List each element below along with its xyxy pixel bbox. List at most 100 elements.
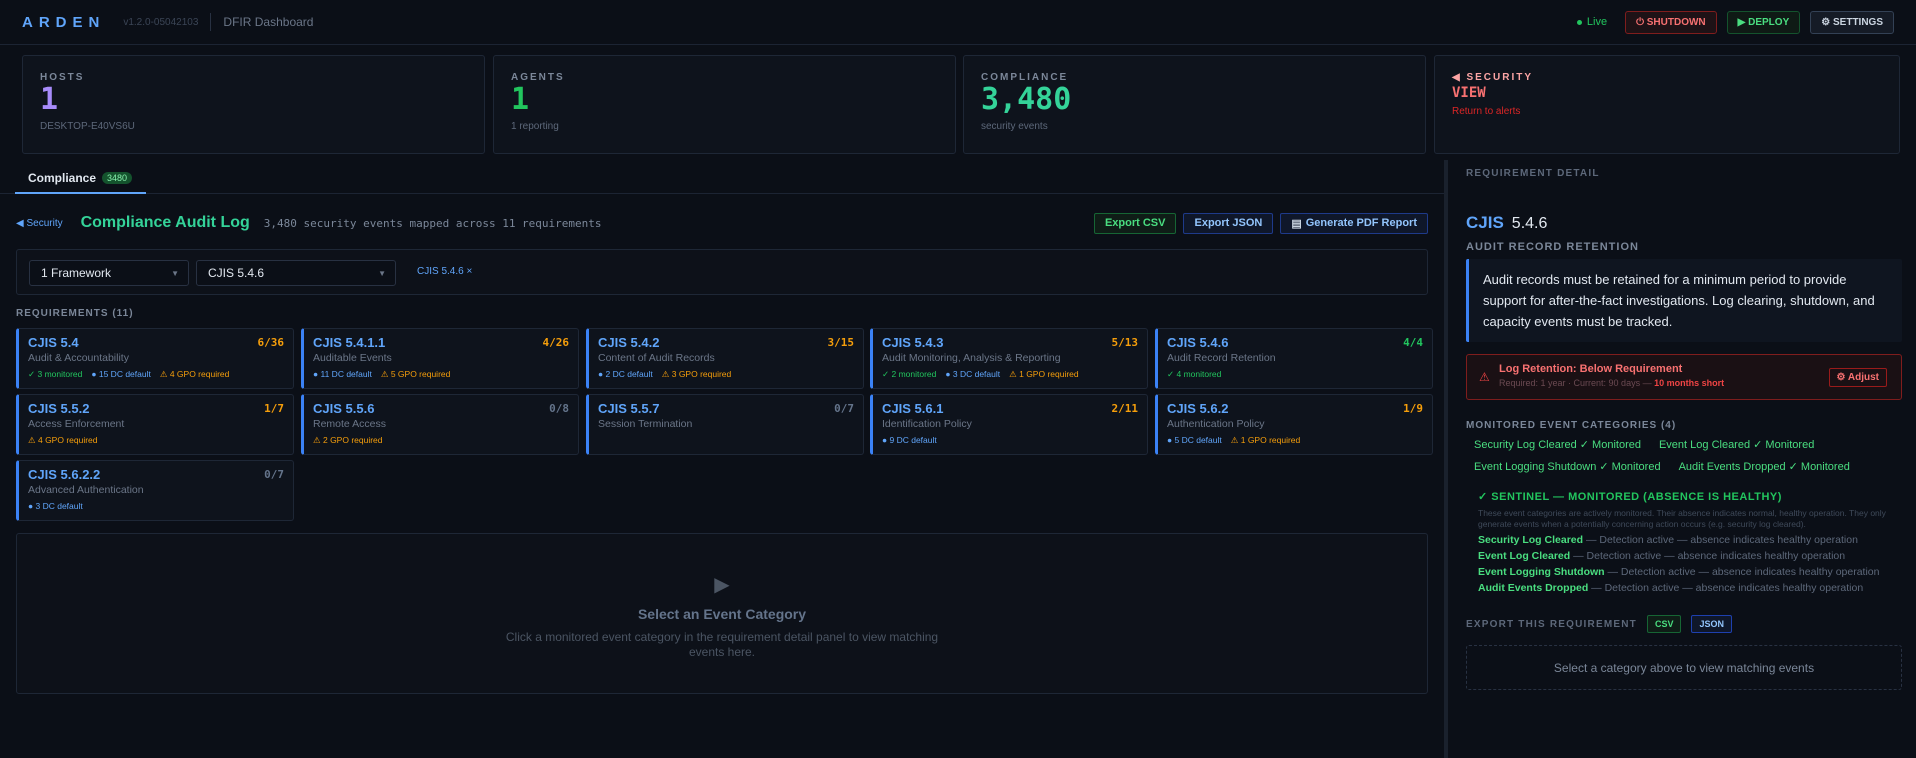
panel-resizer[interactable] (1444, 160, 1448, 758)
hosts-label: HOSTS (40, 72, 85, 83)
requirement-card[interactable]: CJIS 5.4.3 5/13 Audit Monitoring, Analysi… (870, 328, 1148, 389)
event-category-link[interactable]: Event Log Cleared ✓ Monitored (1659, 437, 1814, 454)
security-return-link[interactable]: Return to alerts (1452, 106, 1882, 117)
framework-value: 1 Framework (41, 266, 112, 280)
monitored-tag: ✓ 3 monitored (28, 369, 83, 379)
hosts-card: HOSTS 1 DESKTOP-E40VS6U (22, 55, 485, 154)
requirement-card[interactable]: CJIS 5.5.7 0/7 Session Termination (586, 394, 864, 455)
framework-select[interactable]: 1 Framework ▼ (29, 260, 189, 286)
generate-pdf-label: Generate PDF Report (1305, 217, 1417, 229)
sentinel-title: ✓ SENTINEL — MONITORED (ABSENCE IS HEALT… (1478, 491, 1782, 503)
live-indicator: Live (1576, 16, 1607, 28)
sentinel-description: These event categories are actively moni… (1478, 508, 1886, 529)
requirement-id: CJIS 5.6.1 (882, 401, 944, 416)
requirement-count: 4/4 (1403, 336, 1423, 349)
requirement-card[interactable]: CJIS 5.5.6 0/8 Remote Access ⚠ 2 GPO requ… (301, 394, 579, 455)
requirement-id: CJIS 5.4.3 (882, 335, 944, 350)
requirement-name: Advanced Authentication (28, 484, 144, 496)
shutdown-button[interactable]: ⏻ SHUTDOWN (1625, 10, 1717, 34)
requirement-name: Authentication Policy (1167, 418, 1265, 430)
monitored-tag: ✓ 4 monitored (1167, 369, 1222, 379)
detail-description: Audit records must be retained for a min… (1466, 259, 1902, 342)
export-csv-button[interactable]: Export CSV (1093, 212, 1177, 234)
event-category-link[interactable]: Audit Events Dropped ✓ Monitored (1679, 459, 1850, 476)
requirement-card[interactable]: CJIS 5.4.6 4/4 Audit Record Retention ✓ 4… (1155, 328, 1433, 389)
requirement-name: Identification Policy (882, 418, 972, 430)
requirement-count: 1/7 (264, 402, 284, 415)
detail-heading: REQUIREMENT DETAIL (1466, 168, 1600, 179)
dc-default-tag: ● 15 DC default (91, 369, 151, 379)
empty-title: Select an Event Category (637, 606, 807, 622)
adjust-button[interactable]: ⚙ Adjust (1828, 368, 1887, 387)
requirement-name: Session Termination (598, 418, 693, 430)
export-requirement-row: EXPORT THIS REQUIREMENT CSV JSON (1466, 615, 1902, 633)
export-csv-small-button[interactable]: CSV (1646, 615, 1682, 633)
sentinel-item: Audit Events Dropped — Detection active … (1478, 582, 1902, 594)
select-category-hint: Select a category above to view matching… (1466, 645, 1902, 690)
event-category-link[interactable]: Security Log Cleared ✓ Monitored (1474, 437, 1641, 454)
gpo-required-tag: ⚠ 4 GPO required (159, 369, 230, 379)
gpo-required-tag: ⚠ 3 GPO required (661, 369, 732, 379)
retention-warning: ⚠ Log Retention: Below Requirement Requi… (1466, 354, 1902, 400)
requirement-name: Remote Access (313, 418, 386, 430)
security-view-label: VIEW (1452, 85, 1486, 101)
requirement-id: CJIS 5.4.1.1 (313, 335, 386, 350)
requirement-name: Audit Record Retention (1167, 352, 1276, 364)
sentinel-item-name[interactable]: Event Logging Shutdown (1478, 566, 1605, 578)
requirement-count: 3/15 (827, 336, 855, 349)
back-to-security-link[interactable]: ◀ Security (16, 218, 63, 229)
agents-label: AGENTS (511, 72, 565, 83)
export-label: EXPORT THIS REQUIREMENT (1466, 618, 1637, 630)
requirement-id: CJIS 5.5.2 (28, 401, 90, 416)
requirement-card[interactable]: CJIS 5.6.1 2/11 Identification Policy ● 9… (870, 394, 1148, 455)
requirement-card[interactable]: CJIS 5.4.1.1 4/26 Auditable Events ● 11 D… (301, 328, 579, 389)
tab-compliance[interactable]: Compliance 3480 (15, 163, 146, 194)
agents-value: 1 (511, 82, 530, 117)
requirement-card[interactable]: CJIS 5.5.2 1/7 Access Enforcement ⚠ 4 GPO… (16, 394, 294, 455)
sentinel-item-name[interactable]: Event Log Cleared (1478, 550, 1570, 562)
tab-label: Compliance (28, 170, 97, 185)
dc-default-tag: ● 5 DC default (1167, 435, 1222, 445)
settings-button[interactable]: ⚙ SETTINGS (1810, 10, 1894, 34)
gpo-required-tag: ⚠ 1 GPO required (1230, 435, 1301, 445)
section-subtitle: 3,480 security events mapped across 11 r… (263, 216, 602, 230)
requirement-select[interactable]: CJIS 5.4.6 ▼ (196, 260, 396, 286)
requirement-card[interactable]: CJIS 5.6.2 1/9 Authentication Policy ● 5 … (1155, 394, 1433, 455)
tab-bar: Compliance 3480 (0, 163, 1445, 194)
requirement-card[interactable]: CJIS 5.4.2 3/15 Content of Audit Records … (586, 328, 864, 389)
requirement-card[interactable]: CJIS 5.4 6/36 Audit & Accountability ✓ 3 … (16, 328, 294, 389)
sentinel-item-name[interactable]: Security Log Cleared (1478, 534, 1583, 546)
warning-shortfall: 10 months short (1654, 378, 1725, 388)
dc-default-tag: ● 9 DC default (882, 435, 937, 445)
requirement-name: Content of Audit Records (598, 352, 715, 364)
compliance-value: 3,480 (981, 82, 1072, 117)
event-category-link[interactable]: Event Logging Shutdown ✓ Monitored (1474, 459, 1661, 476)
categories-list: Security Log Cleared ✓ Monitored Event Lo… (1466, 437, 1896, 476)
export-json-button[interactable]: Export JSON (1183, 212, 1274, 234)
hosts-value: 1 (40, 82, 59, 117)
active-filter-chip[interactable]: CJIS 5.4.6 × (417, 266, 472, 277)
chevron-down-icon: ▼ (171, 268, 179, 278)
detail-name: AUDIT RECORD RETENTION (1466, 241, 1639, 253)
sentinel-item-text: — Detection active — absence indicates h… (1583, 534, 1858, 546)
tab-count-badge: 3480 (102, 171, 133, 184)
gpo-required-tag: ⚠ 2 GPO required (313, 435, 383, 445)
generate-pdf-button[interactable]: ▤ Generate PDF Report (1280, 212, 1428, 234)
sentinel-item-name[interactable]: Audit Events Dropped (1478, 582, 1588, 594)
section-header: ◀ Security Compliance Audit Log 3,480 se… (16, 212, 1428, 234)
sentinel-item-text: — Detection active — absence indicates h… (1570, 550, 1846, 562)
top-bar: ARDEN v1.2.0-05042103 DFIR Dashboard Liv… (0, 0, 1916, 45)
requirement-count: 2/11 (1111, 402, 1139, 415)
dc-default-tag: ● 3 DC default (28, 501, 83, 511)
requirement-card[interactable]: CJIS 5.6.2.2 0/7 Advanced Authentication … (16, 460, 294, 521)
detail-id: 5.4.6 (1511, 215, 1548, 232)
export-json-small-button[interactable]: JSON (1691, 615, 1732, 633)
agents-card: AGENTS 1 1 reporting (493, 55, 956, 154)
requirement-count: 5/13 (1111, 336, 1139, 349)
security-card[interactable]: ◀ SECURITY VIEW Return to alerts (1434, 55, 1900, 154)
requirement-id: CJIS 5.5.7 (598, 401, 660, 416)
deploy-button[interactable]: ▶ DEPLOY (1726, 10, 1801, 34)
sentinel-item: Event Log Cleared — Detection active — a… (1478, 550, 1902, 562)
sentinel-item: Event Logging Shutdown — Detection activ… (1478, 566, 1902, 578)
brand-logo: ARDEN (22, 13, 106, 31)
